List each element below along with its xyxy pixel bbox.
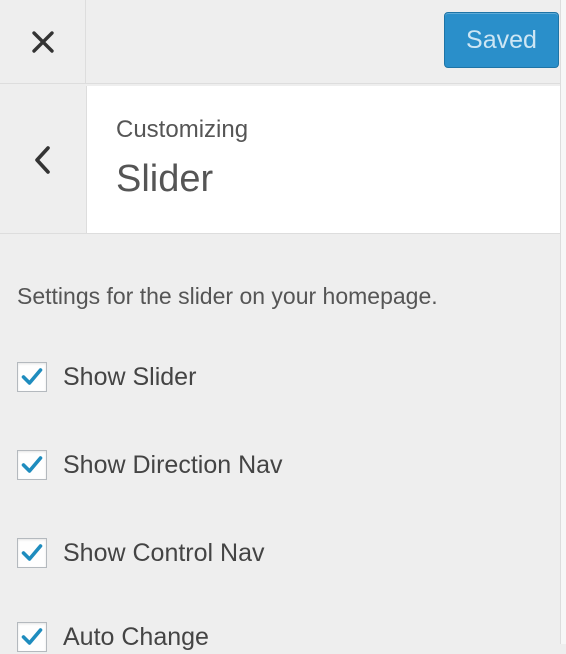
back-button[interactable] bbox=[0, 86, 87, 233]
customizer-header: Saved bbox=[0, 0, 560, 84]
show-control-nav-checkbox[interactable] bbox=[17, 538, 47, 568]
checkmark-icon bbox=[21, 544, 43, 561]
section-header: Customizing Slider bbox=[0, 86, 560, 234]
section-title: Slider bbox=[116, 158, 214, 200]
section-title-panel: Customizing Slider bbox=[87, 86, 560, 233]
auto-change-checkbox[interactable] bbox=[17, 622, 47, 652]
show-slider-option[interactable]: Show Slider bbox=[17, 360, 196, 394]
chevron-left-icon bbox=[35, 145, 50, 174]
sidebar-edge bbox=[560, 0, 566, 644]
section-description: Settings for the slider on your homepage… bbox=[17, 283, 438, 309]
checkmark-icon bbox=[21, 368, 43, 385]
show-control-nav-option[interactable]: Show Control Nav bbox=[17, 536, 264, 570]
close-icon bbox=[31, 30, 54, 53]
show-slider-checkbox[interactable] bbox=[17, 362, 47, 392]
customizing-label: Customizing bbox=[116, 116, 249, 143]
checkmark-icon bbox=[21, 456, 43, 473]
show-direction-nav-checkbox[interactable] bbox=[17, 450, 47, 480]
checkmark-icon bbox=[21, 628, 43, 645]
auto-change-label: Auto Change bbox=[63, 622, 209, 651]
saved-button-label: Saved bbox=[466, 25, 537, 54]
show-direction-nav-option[interactable]: Show Direction Nav bbox=[17, 448, 283, 482]
saved-button[interactable]: Saved bbox=[444, 12, 559, 68]
close-button[interactable] bbox=[0, 0, 86, 83]
show-direction-nav-label: Show Direction Nav bbox=[63, 450, 283, 479]
show-slider-label: Show Slider bbox=[63, 362, 197, 391]
show-control-nav-label: Show Control Nav bbox=[63, 538, 265, 567]
auto-change-option[interactable]: Auto Change bbox=[17, 620, 209, 654]
